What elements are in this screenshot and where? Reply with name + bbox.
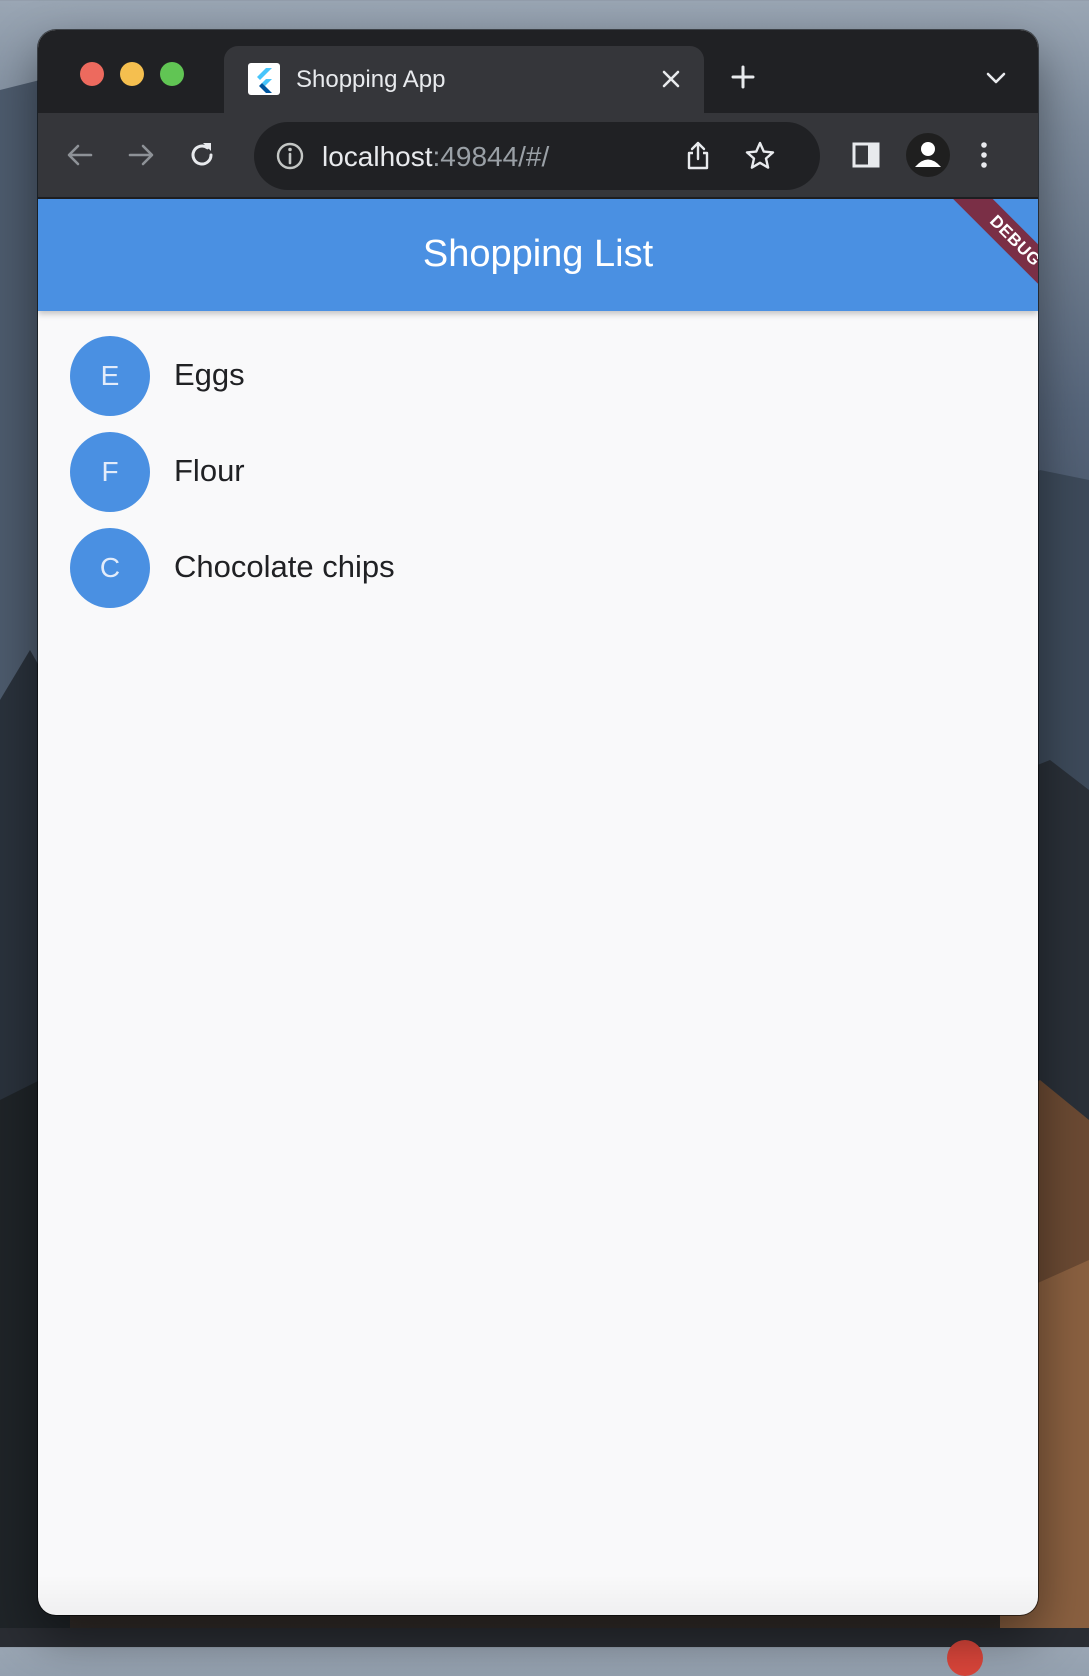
info-icon[interactable] [274,140,306,172]
list-item[interactable]: F Flour [38,426,1038,522]
browser-tab[interactable]: Shopping App [224,46,704,113]
tab-title: Shopping App [296,66,446,93]
url-path: :49844/#/ [432,141,550,172]
close-tab-icon[interactable] [658,66,684,92]
list-item[interactable]: E Eggs [38,330,1038,426]
taskbar-app-icon[interactable] [947,1640,983,1676]
menu-icon[interactable] [968,139,1000,171]
window-close-button[interactable] [80,62,104,86]
avatar: F [70,432,150,512]
avatar: C [70,528,150,608]
shopping-list: E Eggs F Flour C Chocolate chips [38,330,1038,618]
new-tab-icon[interactable] [730,64,756,90]
url-text[interactable]: localhost:49844/#/ [322,141,549,173]
address-bar[interactable]: localhost:49844/#/ [254,122,820,190]
browser-toolbar: localhost:49844/#/ [38,113,1038,199]
item-label: Flour [174,453,245,488]
chevron-down-icon[interactable] [984,66,1008,90]
item-label: Eggs [174,357,245,392]
avatar: E [70,336,150,416]
forward-icon[interactable] [125,139,157,171]
tab-strip: Shopping App [38,30,1038,113]
list-item[interactable]: C Chocolate chips [38,522,1038,618]
browser-window: Shopping App localhost:49844/#/ Shopping… [38,30,1038,1615]
taskbar [0,1628,1089,1647]
profile-icon[interactable] [905,132,951,178]
bookmark-star-icon[interactable] [744,140,776,172]
app-bar: Shopping List DEBUG [38,199,1038,311]
side-panel-icon[interactable] [850,139,882,171]
share-icon[interactable] [682,140,714,172]
flutter-logo-icon [248,63,280,95]
reload-icon[interactable] [186,139,218,171]
page-title: Shopping List [422,233,654,275]
back-icon[interactable] [64,139,96,171]
window-minimize-button[interactable] [120,62,144,86]
content-shadow [38,1575,1038,1615]
url-host: localhost [322,141,433,172]
item-label: Chocolate chips [174,549,395,584]
window-maximize-button[interactable] [160,62,184,86]
